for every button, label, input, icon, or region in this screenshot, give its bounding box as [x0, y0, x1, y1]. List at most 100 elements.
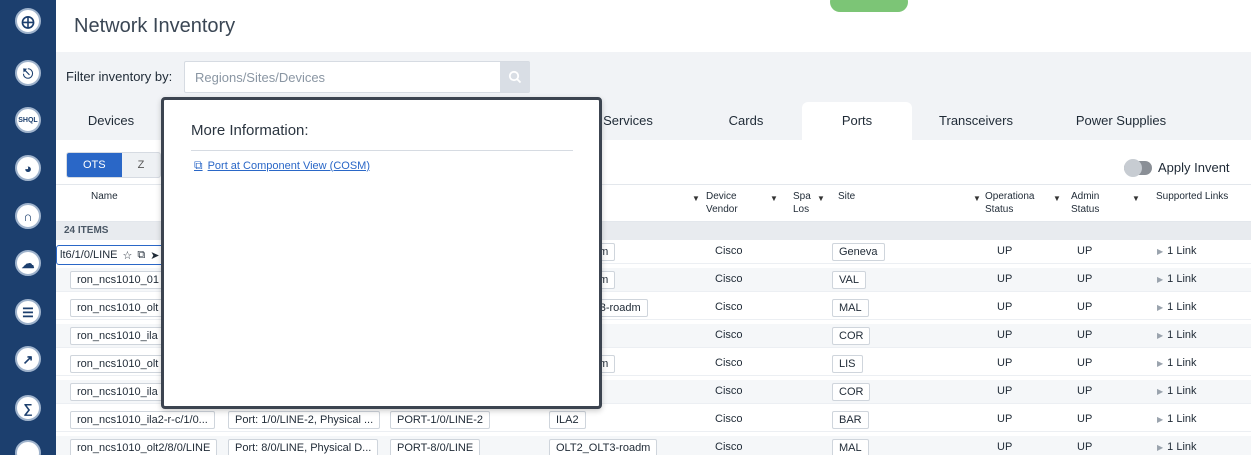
port-description-cell: Port: 8/0/LINE, Physical D... — [228, 439, 379, 455]
expand-triangle-icon: ▶ — [1157, 359, 1164, 368]
column-header-name[interactable]: Name — [91, 190, 118, 203]
apply-inventory-label: Apply Invent — [1158, 160, 1230, 175]
port-name-cell[interactable]: ron_ncs1010_olt — [70, 355, 166, 373]
admin-status-cell: UP — [1077, 413, 1093, 425]
port-name-cell[interactable]: ron_ncs1010_olt — [70, 299, 166, 317]
component-view-link-text: Port at Component View (COSM) — [207, 159, 370, 172]
port-id-cell: PORT-1/0/LINE-2 — [390, 411, 490, 429]
globe-icon[interactable]: ⨁ — [15, 8, 41, 34]
layers-icon[interactable]: ☰ — [15, 299, 41, 325]
site-cell: MAL — [832, 299, 869, 317]
status-pill[interactable] — [830, 0, 908, 12]
expand-triangle-icon: ▶ — [1157, 247, 1164, 256]
operational-status-cell: UP — [997, 329, 1013, 341]
external-link-icon: ⧉ — [194, 158, 203, 172]
operational-status-cell: UP — [997, 441, 1013, 453]
magnet-icon[interactable]: ∩ — [15, 203, 41, 229]
trend-icon[interactable]: ↗ — [15, 346, 41, 372]
operational-status-cell: UP — [997, 273, 1013, 285]
navigate-icon[interactable]: ➤ — [150, 249, 159, 262]
filter-input[interactable] — [184, 61, 530, 93]
vendor-cell: Cisco — [715, 441, 743, 453]
admin-status-cell: UP — [1077, 357, 1093, 369]
left-nav-rail: ⨁ ⎋ SHQL ◕ ∩ ☁ ☰ ↗ ∑ — [0, 0, 56, 455]
supported-links-cell[interactable]: ▶ 1 Link — [1157, 413, 1197, 425]
subtab-group: OTS Z — [66, 152, 162, 178]
items-count: 24 ITEMS — [64, 225, 109, 236]
expand-triangle-icon: ▶ — [1157, 303, 1164, 312]
tab-transceivers[interactable]: Transceivers — [916, 102, 1036, 140]
supported-links-cell[interactable]: ▶ 1 Link — [1157, 273, 1197, 285]
expand-triangle-icon: ▶ — [1157, 415, 1164, 424]
subtab-ots[interactable]: OTS — [67, 153, 122, 177]
page-title: Network Inventory — [74, 15, 236, 37]
site-cell: BAR — [832, 411, 869, 429]
site-cell: VAL — [832, 271, 866, 289]
expand-triangle-icon: ▶ — [1157, 275, 1164, 284]
tab-devices[interactable]: Devices — [56, 102, 166, 140]
table-row[interactable]: ron_ncs1010_ila2-r-c/1/0... Port: 1/0/LI… — [56, 408, 1251, 432]
filter-label: Filter inventory by: — [66, 69, 173, 84]
vendor-cell: Cisco — [715, 329, 743, 341]
operational-status-cell: UP — [997, 385, 1013, 397]
vendor-cell: Cisco — [715, 385, 743, 397]
table-row[interactable]: ron_ncs1010_olt2/8/0/LINE Port: 8/0/LINE… — [56, 436, 1251, 455]
star-icon[interactable]: ☆ — [122, 249, 132, 262]
device-name-cell: OLT2_OLT3-roadm — [549, 439, 658, 455]
next-rail-icon[interactable] — [15, 440, 41, 455]
vendor-cell: Cisco — [715, 273, 743, 285]
vendor-cell: Cisco — [715, 413, 743, 425]
tab-ports[interactable]: Ports — [802, 102, 912, 140]
header: Network Inventory — [56, 0, 1251, 52]
document-icon[interactable]: ∑ — [15, 395, 41, 421]
external-link-icon[interactable]: ⧉ — [137, 249, 145, 262]
operational-status-cell: UP — [997, 357, 1013, 369]
supported-links-cell[interactable]: ▶ 1 Link — [1157, 301, 1197, 313]
shql-icon[interactable]: SHQL — [15, 107, 41, 133]
column-header-supported-links[interactable]: Supported Links — [1156, 190, 1228, 203]
site-cell: LIS — [832, 355, 863, 373]
operational-status-cell: UP — [997, 245, 1013, 257]
app-window: ⨁ ⎋ SHQL ◕ ∩ ☁ ☰ ↗ ∑ Network Inventory F… — [0, 0, 1251, 455]
cloud-icon[interactable]: ☁ — [15, 250, 41, 276]
more-information-popover: More Information: ⧉ Port at Component Vi… — [161, 97, 602, 409]
supported-links-cell[interactable]: ▶ 1 Link — [1157, 329, 1197, 341]
site-cell: Geneva — [832, 243, 885, 261]
subtab-z[interactable]: Z — [122, 153, 161, 177]
supported-links-cell[interactable]: ▶ 1 Link — [1157, 245, 1197, 257]
column-header-operational-status[interactable]: Operationa Status — [985, 190, 1034, 216]
popover-divider — [191, 150, 573, 151]
site-cell: COR — [832, 383, 871, 401]
admin-status-cell: UP — [1077, 441, 1093, 453]
expand-triangle-icon: ▶ — [1157, 331, 1164, 340]
admin-status-cell: UP — [1077, 385, 1093, 397]
operational-status-cell: UP — [997, 301, 1013, 313]
vendor-cell: Cisco — [715, 357, 743, 369]
port-name-cell[interactable]: ron_ncs1010_ila — [70, 383, 165, 401]
radar-icon[interactable]: ◕ — [15, 155, 41, 181]
device-name-cell: ILA2 — [549, 411, 586, 429]
port-name-cell[interactable]: ron_ncs1010_01 — [70, 271, 166, 289]
column-header-spa-los[interactable]: Spa Los — [793, 190, 811, 216]
port-name-cell[interactable]: ron_ncs1010_olt2/8/0/LINE — [70, 439, 218, 455]
popover-title: More Information: — [191, 122, 309, 139]
column-header-admin-status[interactable]: Admin Status — [1071, 190, 1099, 216]
supported-links-cell[interactable]: ▶ 1 Link — [1157, 385, 1197, 397]
vendor-cell: Cisco — [715, 245, 743, 257]
admin-status-cell: UP — [1077, 245, 1093, 257]
port-name-cell[interactable]: ron_ncs1010_ila — [70, 327, 165, 345]
vendor-cell: Cisco — [715, 301, 743, 313]
apply-inventory-toggle[interactable] — [1124, 159, 1152, 177]
filter-bar: Filter inventory by: — [56, 52, 1251, 102]
component-view-link[interactable]: ⧉ Port at Component View (COSM) — [194, 158, 370, 173]
supported-links-cell[interactable]: ▶ 1 Link — [1157, 357, 1197, 369]
operational-status-cell: UP — [997, 413, 1013, 425]
search-button[interactable] — [500, 62, 530, 92]
column-header-device-vendor[interactable]: Device Vendor — [706, 190, 738, 216]
tab-cards[interactable]: Cards — [690, 102, 802, 140]
port-name-cell[interactable]: ron_ncs1010_ila2-r-c/1/0... — [70, 411, 215, 429]
tab-power-supplies[interactable]: Power Supplies — [1056, 102, 1186, 140]
column-header-site[interactable]: Site — [838, 190, 855, 203]
supported-links-cell[interactable]: ▶ 1 Link — [1157, 441, 1197, 453]
cisco-logo-icon[interactable]: ⎋ — [15, 60, 41, 86]
